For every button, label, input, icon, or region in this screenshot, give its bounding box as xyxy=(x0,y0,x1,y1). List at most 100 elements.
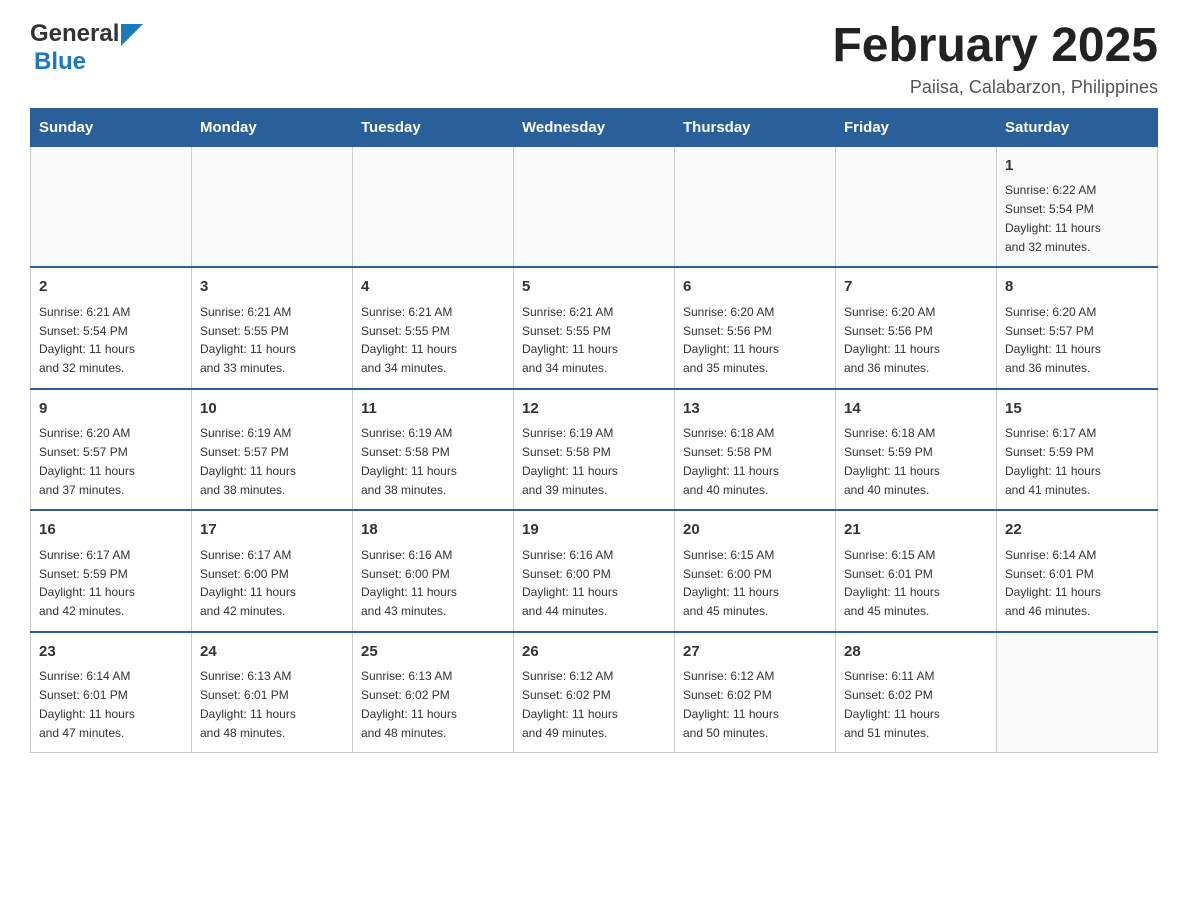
day-header-wednesday: Wednesday xyxy=(514,108,675,146)
day-header-monday: Monday xyxy=(192,108,353,146)
calendar-cell: 14 Sunrise: 6:18 AM Sunset: 5:59 PM Dayli… xyxy=(836,389,997,511)
day-number: 24 xyxy=(200,641,344,664)
day-header-thursday: Thursday xyxy=(675,108,836,146)
day-number: 22 xyxy=(1005,519,1149,542)
calendar-cell: 1 Sunrise: 6:22 AM Sunset: 5:54 PM Daylig… xyxy=(997,146,1158,267)
calendar-cell: 9 Sunrise: 6:20 AM Sunset: 5:57 PM Daylig… xyxy=(31,389,192,511)
calendar-cell: 16Sunrise: 6:17 AM Sunset: 5:59 PM Dayli… xyxy=(31,510,192,632)
day-info: Sunrise: 6:13 AM Sunset: 6:02 PM Dayligh… xyxy=(361,669,457,739)
day-number: 5 xyxy=(522,276,666,299)
day-info: Sunrise: 6:17 AM Sunset: 5:59 PM Dayligh… xyxy=(1005,426,1101,496)
calendar-cell: 24 Sunrise: 6:13 AM Sunset: 6:01 PM Dayli… xyxy=(192,632,353,753)
day-headers-row: SundayMondayTuesdayWednesdayThursdayFrid… xyxy=(31,108,1158,146)
day-number: 3 xyxy=(200,276,344,299)
day-number: 12 xyxy=(522,398,666,421)
day-info: Sunrise: 6:12 AM Sunset: 6:02 PM Dayligh… xyxy=(683,669,779,739)
day-info: Sunrise: 6:12 AM Sunset: 6:02 PM Dayligh… xyxy=(522,669,618,739)
logo: General Blue xyxy=(30,20,143,76)
day-number: 17 xyxy=(200,519,344,542)
day-number: 13 xyxy=(683,398,827,421)
day-number: 20 xyxy=(683,519,827,542)
calendar-cell: 3 Sunrise: 6:21 AM Sunset: 5:55 PM Daylig… xyxy=(192,267,353,389)
calendar-cell: 8 Sunrise: 6:20 AM Sunset: 5:57 PM Daylig… xyxy=(997,267,1158,389)
day-info: Sunrise: 6:19 AM Sunset: 5:58 PM Dayligh… xyxy=(361,426,457,496)
day-info: Sunrise: 6:20 AM Sunset: 5:57 PM Dayligh… xyxy=(39,426,135,496)
day-info: Sunrise: 6:15 AM Sunset: 6:00 PM Dayligh… xyxy=(683,548,779,618)
day-info: Sunrise: 6:17 AM Sunset: 6:00 PM Dayligh… xyxy=(200,548,296,618)
calendar-week-1: 1 Sunrise: 6:22 AM Sunset: 5:54 PM Daylig… xyxy=(31,146,1158,267)
day-info: Sunrise: 6:19 AM Sunset: 5:57 PM Dayligh… xyxy=(200,426,296,496)
day-info: Sunrise: 6:18 AM Sunset: 5:58 PM Dayligh… xyxy=(683,426,779,496)
day-number: 6 xyxy=(683,276,827,299)
calendar-cell: 23 Sunrise: 6:14 AM Sunset: 6:01 PM Dayli… xyxy=(31,632,192,753)
calendar-cell: 10Sunrise: 6:19 AM Sunset: 5:57 PM Dayli… xyxy=(192,389,353,511)
calendar-cell: 17 Sunrise: 6:17 AM Sunset: 6:00 PM Dayli… xyxy=(192,510,353,632)
calendar-week-4: 16Sunrise: 6:17 AM Sunset: 5:59 PM Dayli… xyxy=(31,510,1158,632)
calendar-cell: 21Sunrise: 6:15 AM Sunset: 6:01 PM Dayli… xyxy=(836,510,997,632)
day-info: Sunrise: 6:11 AM Sunset: 6:02 PM Dayligh… xyxy=(844,669,940,739)
location-label: Paiisa, Calabarzon, Philippines xyxy=(832,77,1158,98)
day-number: 14 xyxy=(844,398,988,421)
calendar-cell: 26 Sunrise: 6:12 AM Sunset: 6:02 PM Dayli… xyxy=(514,632,675,753)
day-info: Sunrise: 6:20 AM Sunset: 5:56 PM Dayligh… xyxy=(683,305,779,375)
day-number: 1 xyxy=(1005,155,1149,178)
day-number: 16 xyxy=(39,519,183,542)
day-number: 11 xyxy=(361,398,505,421)
day-info: Sunrise: 6:14 AM Sunset: 6:01 PM Dayligh… xyxy=(1005,548,1101,618)
day-number: 23 xyxy=(39,641,183,664)
calendar-cell xyxy=(192,146,353,267)
day-info: Sunrise: 6:15 AM Sunset: 6:01 PM Dayligh… xyxy=(844,548,940,618)
day-number: 2 xyxy=(39,276,183,299)
day-info: Sunrise: 6:13 AM Sunset: 6:01 PM Dayligh… xyxy=(200,669,296,739)
calendar-cell xyxy=(514,146,675,267)
calendar-cell: 7 Sunrise: 6:20 AM Sunset: 5:56 PM Daylig… xyxy=(836,267,997,389)
day-info: Sunrise: 6:18 AM Sunset: 5:59 PM Dayligh… xyxy=(844,426,940,496)
day-info: Sunrise: 6:21 AM Sunset: 5:55 PM Dayligh… xyxy=(361,305,457,375)
day-number: 4 xyxy=(361,276,505,299)
day-info: Sunrise: 6:16 AM Sunset: 6:00 PM Dayligh… xyxy=(361,548,457,618)
day-info: Sunrise: 6:21 AM Sunset: 5:55 PM Dayligh… xyxy=(200,305,296,375)
day-header-friday: Friday xyxy=(836,108,997,146)
day-info: Sunrise: 6:14 AM Sunset: 6:01 PM Dayligh… xyxy=(39,669,135,739)
day-info: Sunrise: 6:19 AM Sunset: 5:58 PM Dayligh… xyxy=(522,426,618,496)
title-section: February 2025 Paiisa, Calabarzon, Philip… xyxy=(832,20,1158,98)
calendar-cell xyxy=(836,146,997,267)
calendar-cell xyxy=(997,632,1158,753)
calendar-header: SundayMondayTuesdayWednesdayThursdayFrid… xyxy=(31,108,1158,146)
day-header-tuesday: Tuesday xyxy=(353,108,514,146)
calendar-cell: 15 Sunrise: 6:17 AM Sunset: 5:59 PM Dayli… xyxy=(997,389,1158,511)
calendar-cell xyxy=(31,146,192,267)
logo-triangle-icon xyxy=(121,24,143,46)
page-header: General Blue February 2025 Paiisa, Calab… xyxy=(30,20,1158,98)
calendar-week-2: 2 Sunrise: 6:21 AM Sunset: 5:54 PM Daylig… xyxy=(31,267,1158,389)
calendar-cell: 25Sunrise: 6:13 AM Sunset: 6:02 PM Dayli… xyxy=(353,632,514,753)
day-number: 15 xyxy=(1005,398,1149,421)
calendar-cell: 5 Sunrise: 6:21 AM Sunset: 5:55 PM Daylig… xyxy=(514,267,675,389)
calendar-cell: 11 Sunrise: 6:19 AM Sunset: 5:58 PM Dayli… xyxy=(353,389,514,511)
calendar-body: 1 Sunrise: 6:22 AM Sunset: 5:54 PM Daylig… xyxy=(31,146,1158,753)
day-number: 18 xyxy=(361,519,505,542)
calendar-cell: 6 Sunrise: 6:20 AM Sunset: 5:56 PM Daylig… xyxy=(675,267,836,389)
calendar-cell: 2 Sunrise: 6:21 AM Sunset: 5:54 PM Daylig… xyxy=(31,267,192,389)
calendar-week-5: 23 Sunrise: 6:14 AM Sunset: 6:01 PM Dayli… xyxy=(31,632,1158,753)
day-number: 26 xyxy=(522,641,666,664)
day-info: Sunrise: 6:20 AM Sunset: 5:56 PM Dayligh… xyxy=(844,305,940,375)
calendar-cell: 28Sunrise: 6:11 AM Sunset: 6:02 PM Dayli… xyxy=(836,632,997,753)
day-info: Sunrise: 6:21 AM Sunset: 5:55 PM Dayligh… xyxy=(522,305,618,375)
calendar-cell: 12 Sunrise: 6:19 AM Sunset: 5:58 PM Dayli… xyxy=(514,389,675,511)
calendar-cell: 20 Sunrise: 6:15 AM Sunset: 6:00 PM Dayli… xyxy=(675,510,836,632)
month-title: February 2025 xyxy=(832,20,1158,73)
calendar-week-3: 9 Sunrise: 6:20 AM Sunset: 5:57 PM Daylig… xyxy=(31,389,1158,511)
calendar-cell: 22 Sunrise: 6:14 AM Sunset: 6:01 PM Dayli… xyxy=(997,510,1158,632)
day-info: Sunrise: 6:21 AM Sunset: 5:54 PM Dayligh… xyxy=(39,305,135,375)
calendar-cell: 27Sunrise: 6:12 AM Sunset: 6:02 PM Dayli… xyxy=(675,632,836,753)
day-number: 19 xyxy=(522,519,666,542)
day-number: 7 xyxy=(844,276,988,299)
day-number: 8 xyxy=(1005,276,1149,299)
day-number: 9 xyxy=(39,398,183,421)
calendar-cell xyxy=(353,146,514,267)
calendar-cell: 4 Sunrise: 6:21 AM Sunset: 5:55 PM Daylig… xyxy=(353,267,514,389)
day-info: Sunrise: 6:22 AM Sunset: 5:54 PM Dayligh… xyxy=(1005,183,1101,253)
day-info: Sunrise: 6:20 AM Sunset: 5:57 PM Dayligh… xyxy=(1005,305,1101,375)
calendar-cell: 13 Sunrise: 6:18 AM Sunset: 5:58 PM Dayli… xyxy=(675,389,836,511)
